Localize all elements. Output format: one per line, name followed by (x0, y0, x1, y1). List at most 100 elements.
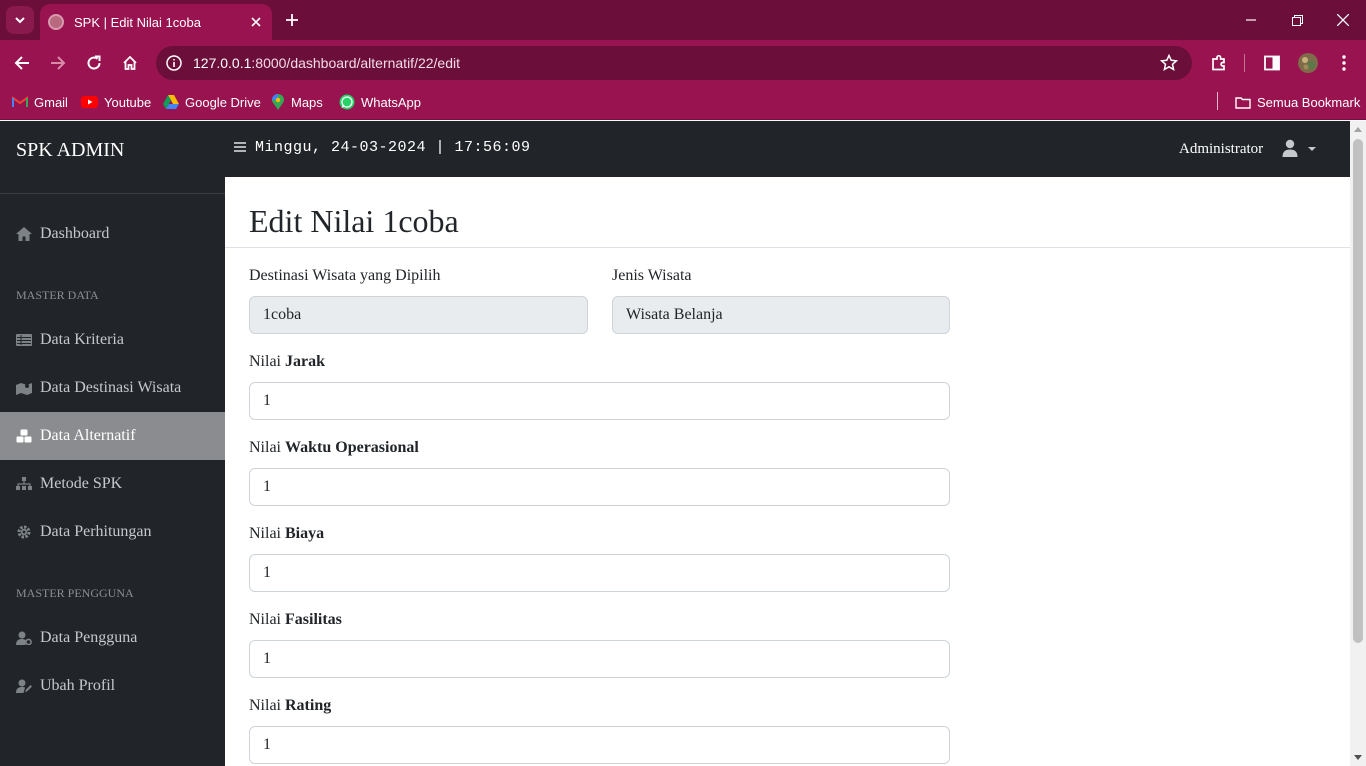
tab-title: SPK | Edit Nilai 1coba (74, 14, 201, 30)
side-panel-button[interactable] (1261, 52, 1283, 74)
url-host: 127.0.0.1 (193, 55, 252, 71)
browser-tab-bar: SPK | Edit Nilai 1coba (0, 0, 1366, 40)
nilai-fasilitas-input[interactable]: 1 (249, 640, 950, 678)
user-icon[interactable] (1281, 139, 1299, 157)
brand-title[interactable]: SPK ADMIN (16, 139, 124, 162)
restore-icon (1291, 14, 1303, 26)
nilai-jarak-input[interactable]: 1 (249, 382, 950, 420)
nilai-biaya-input[interactable]: 1 (249, 554, 950, 592)
arrow-left-icon (14, 56, 29, 70)
sidebar-section-heading: MASTER PENGGUNA (16, 586, 134, 600)
bookmark-star-icon[interactable] (1160, 54, 1178, 72)
sidebar-divider (0, 193, 225, 194)
criterion-name: Rating (285, 697, 332, 714)
bookmark-gmail[interactable]: Gmail (12, 92, 68, 112)
sidebar-item-data-perhitungan[interactable]: Data Perhitungan (0, 508, 225, 556)
jenis-wisata-label: Jenis Wisata (612, 267, 692, 284)
sidebar-item-data-alternatif[interactable]: Data Alternatif (0, 412, 225, 460)
criterion-name: Fasilitas (285, 611, 342, 628)
arrow-right-icon (51, 56, 66, 70)
nilai-biaya-label: Nilai Biaya (249, 525, 324, 543)
whatsapp-icon (339, 94, 355, 110)
close-icon (1337, 14, 1349, 26)
restore-button[interactable] (1287, 10, 1307, 30)
nilai-jarak-label: Nilai Jarak (249, 353, 325, 371)
user-edit-icon (16, 679, 32, 693)
tab-search-button[interactable] (6, 6, 34, 34)
address-bar[interactable]: 127.0.0.1:8000/dashboard/alternatif/22/e… (156, 46, 1192, 80)
sidebar-item-label: Metode SPK (40, 475, 123, 492)
side-panel-icon (1264, 55, 1280, 71)
back-button[interactable] (11, 52, 33, 74)
bookmark-whatsapp[interactable]: WhatsApp (339, 92, 421, 112)
youtube-icon (81, 96, 98, 108)
sidebar-item-data-kriteria[interactable]: Data Kriteria (0, 316, 225, 364)
user-name[interactable]: Administrator (1179, 141, 1263, 158)
forward-button[interactable] (47, 52, 69, 74)
home-icon (123, 55, 137, 70)
label-prefix: Nilai (249, 439, 281, 456)
extensions-button[interactable] (1208, 52, 1230, 74)
google-drive-icon (163, 95, 179, 109)
bookmark-label: Maps (291, 94, 323, 110)
all-bookmarks-folder[interactable]: Semua Bookmark (1235, 92, 1360, 112)
current-datetime: Minggu, 24-03-2024 | 17:56:09 (255, 139, 531, 156)
sitemap-icon (16, 477, 32, 491)
plus-icon (286, 14, 298, 26)
minimize-icon (1246, 19, 1256, 21)
close-window-button[interactable] (1333, 10, 1353, 30)
sidebar-item-dashboard[interactable]: Dashboard (0, 210, 225, 258)
browser-menu-button[interactable] (1333, 52, 1355, 74)
criterion-name: Biaya (285, 525, 325, 542)
scroll-down-arrow-icon[interactable] (1354, 755, 1362, 760)
sidebar-item-data-pengguna[interactable]: Data Pengguna (0, 614, 225, 662)
scroll-up-arrow-icon[interactable] (1354, 127, 1362, 132)
bookmark-youtube[interactable]: Youtube (81, 92, 151, 112)
home-button[interactable] (119, 52, 141, 74)
label-prefix: Nilai (249, 611, 281, 628)
sidebar-item-metode-spk[interactable]: Metode SPK (0, 460, 225, 508)
reload-button[interactable] (83, 52, 105, 74)
bookmark-label: Semua Bookmark (1257, 94, 1361, 110)
sidebar-item-data-destinasi[interactable]: Data Destinasi Wisata (0, 364, 225, 412)
nilai-waktu-label: Nilai Waktu Operasional (249, 439, 419, 457)
nilai-rating-label: Nilai Rating (249, 697, 331, 715)
sidebar-item-label: Data Alternatif (40, 427, 136, 444)
destinasi-field[interactable]: 1coba (249, 296, 588, 334)
sidebar-item-label: Data Pengguna (40, 629, 138, 646)
sidebar: SPK ADMIN Dashboard MASTER DATA Data Kri… (0, 121, 225, 766)
sidebar-item-label: Data Destinasi Wisata (40, 379, 182, 396)
nilai-waktu-input[interactable]: 1 (249, 468, 950, 506)
tab-close-button[interactable] (246, 12, 266, 32)
page-title: Edit Nilai 1coba (249, 203, 459, 239)
new-tab-button[interactable] (282, 10, 302, 30)
browser-tab[interactable]: SPK | Edit Nilai 1coba (40, 4, 272, 40)
page-scrollbar[interactable] (1350, 121, 1366, 766)
minimize-button[interactable] (1241, 10, 1261, 30)
scrollbar-thumb[interactable] (1353, 139, 1363, 643)
top-navbar: Minggu, 24-03-2024 | 17:56:09 Administra… (225, 121, 1350, 177)
bookmark-maps[interactable]: Maps (271, 92, 323, 112)
profile-button[interactable] (1297, 52, 1319, 74)
dropdown-caret-icon[interactable] (1308, 147, 1316, 151)
browser-toolbar: 127.0.0.1:8000/dashboard/alternatif/22/e… (0, 40, 1366, 86)
bookmark-label: WhatsApp (361, 94, 421, 110)
more-vertical-icon (1342, 55, 1346, 71)
sidebar-item-label: Ubah Profil (40, 677, 116, 694)
list-table-icon (16, 333, 32, 347)
sidebar-item-ubah-profil[interactable]: Ubah Profil (0, 662, 225, 710)
bookmark-google-drive[interactable]: Google Drive (163, 92, 261, 112)
label-prefix: Nilai (249, 697, 281, 714)
hamburger-menu-icon[interactable] (234, 141, 246, 153)
title-divider (225, 247, 1350, 248)
reload-icon (87, 55, 101, 70)
site-info-icon[interactable] (166, 55, 182, 71)
tab-favicon-icon (48, 14, 64, 30)
jenis-wisata-field[interactable]: Wisata Belanja (612, 296, 950, 334)
criterion-name: Jarak (285, 353, 325, 370)
chevron-down-icon (15, 17, 25, 24)
gmail-icon (12, 96, 28, 107)
bookmarks-bar: Gmail Youtube Google Drive Maps WhatsApp… (0, 86, 1366, 120)
nilai-rating-input[interactable]: 1 (249, 726, 950, 764)
bookmark-label: Youtube (104, 94, 152, 110)
